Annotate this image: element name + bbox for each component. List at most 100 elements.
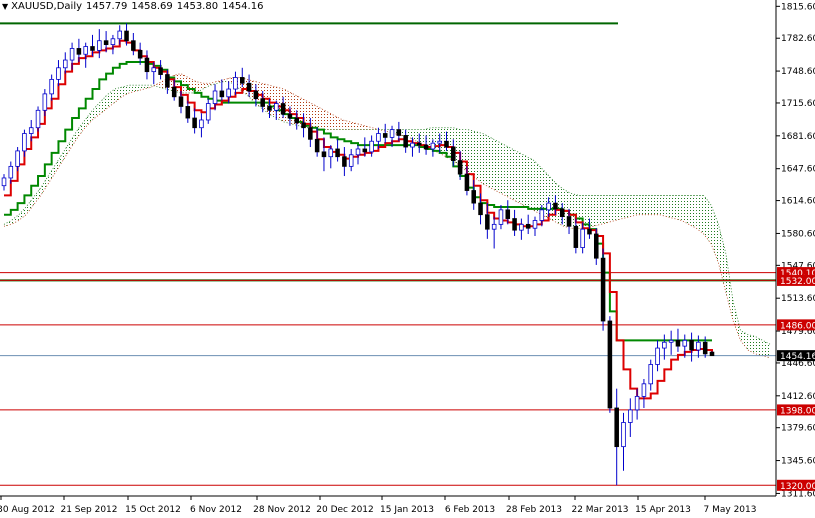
cloud-segment	[350, 121, 358, 130]
cloud-segment	[497, 141, 505, 196]
candle-body	[559, 208, 565, 218]
cloud-segment	[526, 156, 535, 211]
cloud-segment	[725, 253, 734, 322]
candle-body	[144, 57, 150, 73]
ichimoku-price-chart[interactable]: 1815.60 1782.60 1748.60 1715.60 1681.60 1647.…	[0, 0, 815, 518]
candle-body	[246, 82, 252, 92]
level-price-label: 1532.00	[780, 277, 815, 287]
x-tick-label: 15 Apr 2013	[635, 505, 691, 515]
y-tick-label: 1580.60	[781, 229, 815, 239]
candle-body	[546, 202, 551, 211]
candle-body	[403, 135, 408, 148]
candle-body	[226, 88, 231, 98]
x-tick-label: 20 Dec 2012	[316, 505, 374, 515]
cloud-segment	[519, 152, 527, 207]
candle-body	[416, 142, 422, 146]
y-tick-label: 1614.60	[781, 197, 815, 207]
x-tick-label: 28 Nov 2012	[253, 505, 311, 515]
x-tick-label: 7 May 2013	[704, 505, 757, 515]
candle-body	[668, 339, 674, 343]
candle-body	[1, 177, 7, 187]
candle-body	[301, 122, 306, 129]
cloud-segment	[674, 195, 682, 221]
candle-body	[709, 351, 715, 357]
candle-body	[76, 48, 82, 55]
close-value: 1454.16	[222, 1, 264, 12]
candle-body	[471, 190, 477, 204]
x-tick-label: 22 Mar 2013	[571, 505, 628, 515]
candle-body	[648, 364, 654, 385]
current-price-label: 1454.16	[780, 352, 815, 362]
candle-body	[328, 148, 334, 158]
candle-body	[573, 225, 579, 248]
candle-body	[382, 133, 388, 138]
cloud-segment	[490, 137, 498, 192]
symbol-label: XAUUSD,Daily	[11, 1, 83, 12]
cloud-segment	[195, 81, 203, 93]
y-tick-label: 1681.60	[781, 132, 815, 142]
candle-body	[696, 341, 701, 351]
cloud-segment	[718, 224, 726, 293]
candle-body	[274, 103, 279, 111]
cloud-segment	[747, 334, 756, 354]
cloud-segment	[18, 206, 27, 221]
y-tick-label: 1748.60	[781, 67, 815, 77]
candle-body	[423, 144, 429, 150]
candle-body	[607, 320, 613, 409]
y-tick-label: 1345.60	[781, 457, 815, 467]
candle-body	[614, 407, 619, 448]
open-value: 1457.79	[86, 1, 128, 12]
candle-body	[512, 218, 517, 231]
y-tick-label: 1815.60	[781, 2, 815, 12]
cloud-segment	[48, 164, 56, 184]
cloud-segment	[615, 195, 623, 221]
candle-body	[587, 228, 592, 235]
cloud-segment	[379, 129, 387, 132]
cloud-segment	[482, 133, 491, 188]
low-value: 1453.80	[176, 1, 219, 12]
candle-body	[28, 127, 34, 134]
candle-body	[628, 409, 633, 423]
cloud-segment	[666, 195, 675, 219]
candle-body	[294, 117, 300, 124]
candle-body	[212, 90, 218, 104]
candle-body	[641, 383, 647, 397]
candle-body	[83, 46, 88, 55]
y-tick-label: 1513.60	[781, 294, 815, 304]
y-tick-label: 1715.60	[781, 99, 815, 109]
candle-body	[491, 223, 497, 230]
candle-body	[553, 202, 558, 210]
candle-body	[151, 67, 157, 73]
candle-body	[634, 395, 640, 411]
cloud-segment	[534, 160, 542, 215]
candle-body	[219, 90, 225, 98]
y-tick-label: 1647.60	[781, 165, 815, 175]
cloud-segment	[593, 195, 601, 227]
candle-body	[308, 127, 313, 140]
candle-body	[137, 49, 143, 59]
candle-body	[158, 67, 163, 75]
x-tick-label: 6 Feb 2013	[445, 505, 495, 515]
candle-body	[485, 214, 490, 230]
cloud-segment	[313, 104, 321, 130]
cloud-segment	[328, 112, 336, 130]
candle-body	[117, 30, 123, 40]
candle-body	[205, 103, 211, 121]
candle-body	[376, 133, 381, 142]
candle-body	[689, 339, 694, 351]
candle-body	[165, 74, 170, 88]
candle-body	[178, 96, 184, 107]
x-tick-label: 6 Nov 2012	[190, 505, 242, 515]
candle-body	[621, 422, 626, 448]
candle-body	[532, 220, 538, 229]
candle-body	[539, 209, 545, 221]
candle-body	[662, 341, 667, 349]
candle-body	[593, 233, 599, 259]
candle-body	[192, 117, 197, 129]
candle-body	[280, 103, 286, 115]
cloud-segment	[622, 195, 631, 219]
cloud-segment	[468, 129, 476, 178]
candle-body	[260, 98, 265, 107]
candle-body	[15, 150, 20, 167]
cloud-segment	[335, 116, 343, 130]
